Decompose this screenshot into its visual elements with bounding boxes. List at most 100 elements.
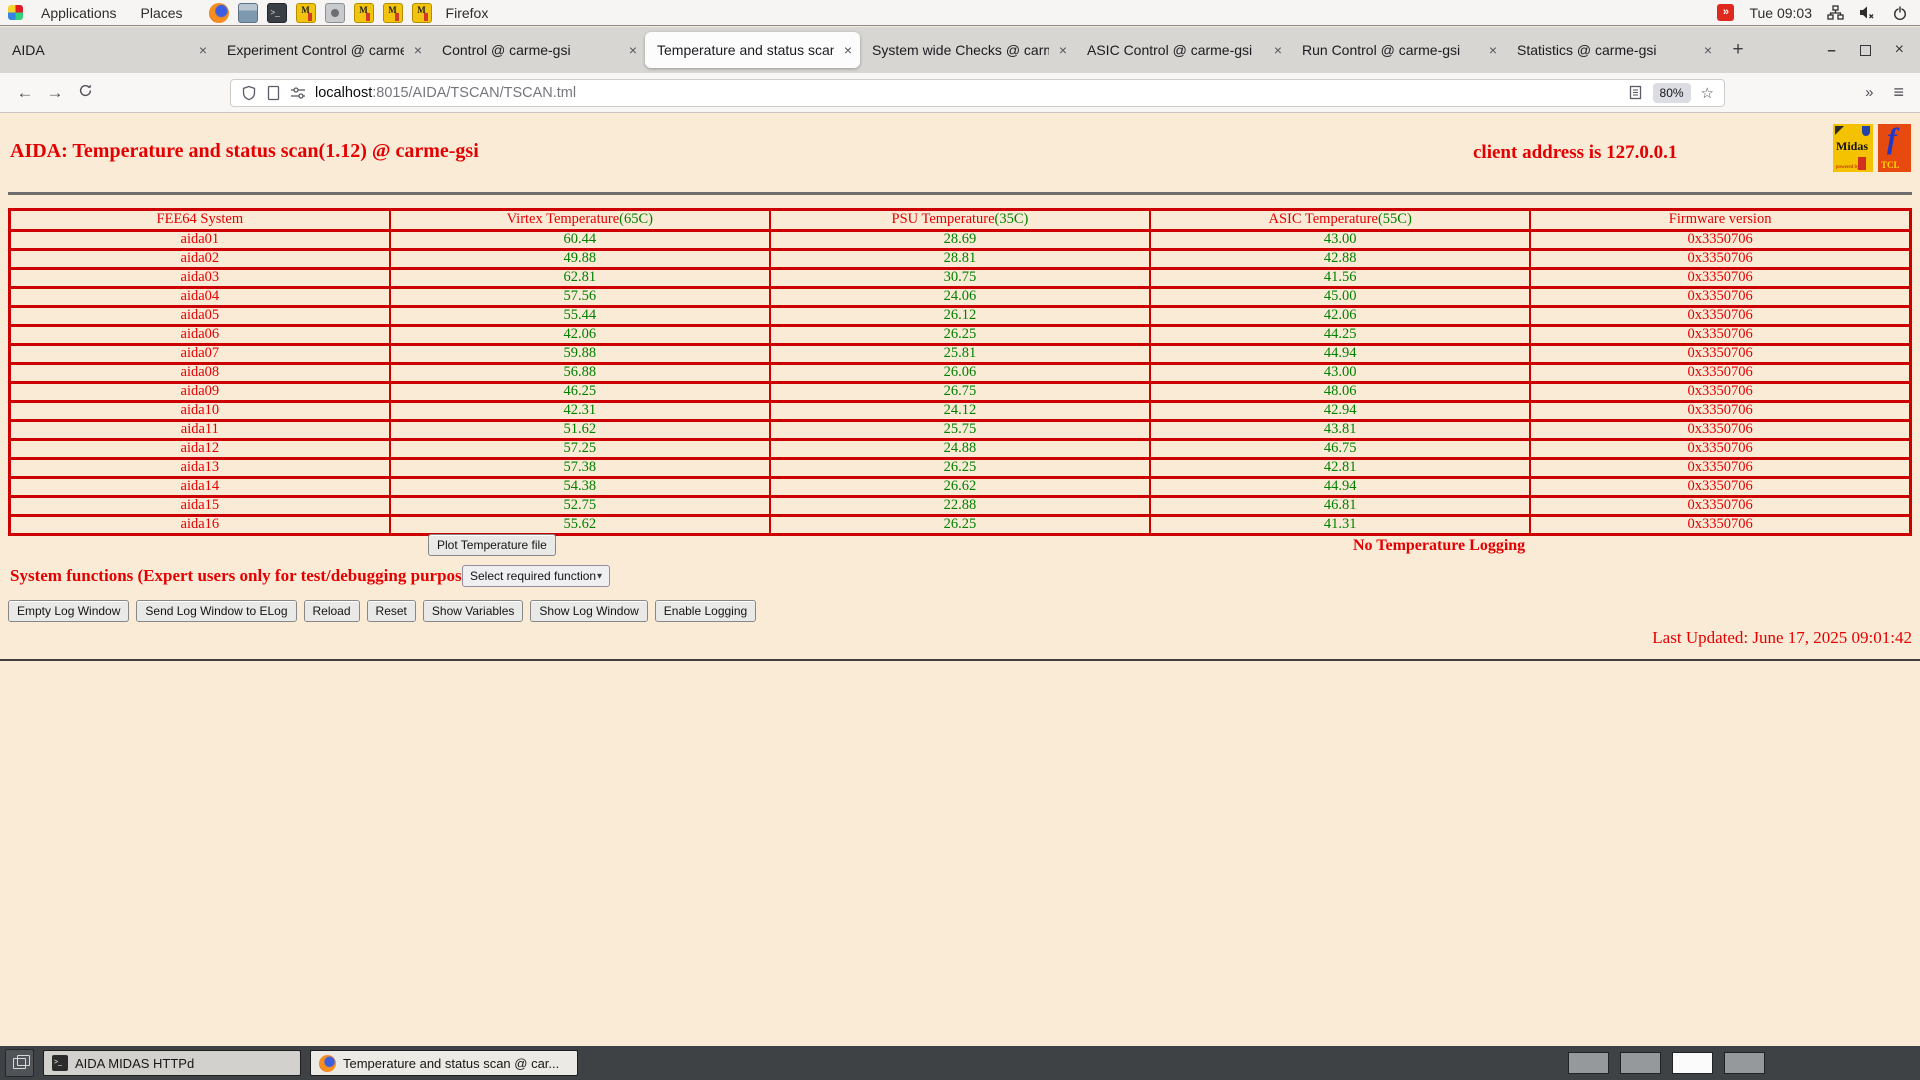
cell-virtex-temp: 51.62 (390, 421, 770, 440)
taskbar-window-midas-httpd[interactable]: >_ AIDA MIDAS HTTPd (43, 1050, 301, 1076)
hamburger-menu-icon[interactable]: ≡ (1893, 82, 1904, 103)
table-row: aida09 46.25 26.75 48.06 0x3350706 (10, 383, 1911, 402)
midas-logo-shield (1862, 126, 1870, 136)
tab-close-icon[interactable]: × (1489, 42, 1497, 58)
new-tab-button[interactable]: + (1720, 39, 1756, 61)
browser-tab[interactable]: Temperature and status scan @ carme-gsi … (645, 32, 860, 68)
action-button[interactable]: Enable Logging (655, 600, 756, 622)
browser-tab[interactable]: Statistics @ carme-gsi × (1505, 27, 1720, 73)
cell-virtex-temp: 55.62 (390, 516, 770, 535)
reload-button[interactable] (70, 83, 100, 103)
tab-close-icon[interactable]: × (1274, 42, 1282, 58)
action-button[interactable]: Reload (304, 600, 360, 622)
cell-system: aida02 (10, 250, 390, 269)
cell-firmware: 0x3350706 (1530, 497, 1910, 516)
tab-close-icon[interactable]: × (1059, 42, 1067, 58)
cell-asic-temp: 45.00 (1150, 288, 1530, 307)
cell-psu-temp: 26.25 (770, 459, 1150, 478)
maximize-button[interactable] (1860, 45, 1871, 56)
bookmark-star-icon[interactable]: ☆ (1701, 84, 1714, 102)
taskbar-window-temperature-scan[interactable]: Temperature and status scan @ car... (310, 1050, 578, 1076)
overflow-menu-icon[interactable]: » (1865, 84, 1873, 101)
table-row: aida13 57.38 26.25 42.81 0x3350706 (10, 459, 1911, 478)
cell-system: aida01 (10, 231, 390, 250)
function-select[interactable]: Select required function ▾ (462, 565, 610, 587)
workspace-cell[interactable] (1620, 1052, 1661, 1074)
notification-tray-icon[interactable]: » (1717, 4, 1734, 21)
browser-tab[interactable]: AIDA × (0, 27, 215, 73)
midas-launcher-icon[interactable]: M (412, 3, 432, 23)
window-controls: – × (1827, 41, 1920, 59)
tab-close-icon[interactable]: × (414, 42, 422, 58)
action-button[interactable]: Empty Log Window (8, 600, 129, 622)
terminal-launcher-icon[interactable]: >_ (267, 3, 287, 23)
window-list-button[interactable] (5, 1049, 34, 1077)
midas-logo[interactable]: Midas powered by (1833, 124, 1873, 172)
page-info-icon[interactable] (266, 85, 281, 101)
cell-firmware: 0x3350706 (1530, 459, 1910, 478)
volume-muted-icon[interactable] (1859, 5, 1877, 20)
cell-psu-temp: 26.62 (770, 478, 1150, 497)
permissions-icon[interactable] (290, 86, 306, 100)
firefox-launcher-icon[interactable] (209, 3, 229, 23)
midas-launcher-icon[interactable]: M (354, 3, 374, 23)
cell-firmware: 0x3350706 (1530, 307, 1910, 326)
power-icon[interactable] (1892, 5, 1908, 21)
zoom-level-badge[interactable]: 80% (1653, 83, 1691, 103)
shield-icon[interactable] (241, 85, 257, 101)
back-button[interactable]: ← (10, 83, 40, 103)
browser-tab[interactable]: Run Control @ carme-gsi × (1290, 27, 1505, 73)
action-button[interactable]: Show Log Window (530, 600, 647, 622)
tab-close-icon[interactable]: × (844, 42, 852, 58)
tab-close-icon[interactable]: × (629, 42, 637, 58)
midas-launcher-icon[interactable]: M (383, 3, 403, 23)
cell-virtex-temp: 57.38 (390, 459, 770, 478)
tab-close-icon[interactable]: × (1704, 42, 1712, 58)
table-row: aida11 51.62 25.75 43.81 0x3350706 (10, 421, 1911, 440)
table-row: aida02 49.88 28.81 42.88 0x3350706 (10, 250, 1911, 269)
cell-virtex-temp: 46.25 (390, 383, 770, 402)
screenshot-launcher-icon[interactable] (325, 3, 345, 23)
close-button[interactable]: × (1895, 41, 1904, 59)
tab-close-icon[interactable]: × (199, 42, 207, 58)
active-app-label[interactable]: Firefox (446, 5, 489, 21)
places-menu[interactable]: Places (129, 0, 195, 25)
browser-tab[interactable]: Control @ carme-gsi × (430, 27, 645, 73)
reader-mode-icon[interactable] (1628, 85, 1643, 100)
action-button[interactable]: Show Variables (423, 600, 524, 622)
browser-tab[interactable]: ASIC Control @ carme-gsi × (1075, 27, 1290, 73)
browser-tab[interactable]: Experiment Control @ carme-gsi × (215, 27, 430, 73)
action-button[interactable]: Send Log Window to ELog (136, 600, 296, 622)
table-header-row: FEE64 System Virtex Temperature(65C) PSU… (10, 210, 1911, 231)
plot-temperature-button[interactable]: Plot Temperature file (428, 534, 556, 556)
workspace-cell[interactable] (1672, 1052, 1713, 1074)
forward-button[interactable]: → (40, 83, 70, 103)
cell-system: aida06 (10, 326, 390, 345)
cell-system: aida08 (10, 364, 390, 383)
workspace-switcher (1568, 1052, 1765, 1074)
url-path: :8015/AIDA/TSCAN/TSCAN.tml (372, 85, 576, 101)
table-row: aida15 52.75 22.88 46.81 0x3350706 (10, 497, 1911, 516)
tcl-logo[interactable]: f TCL (1878, 124, 1911, 172)
midas-launcher-icon[interactable]: M (296, 3, 316, 23)
cell-asic-temp: 48.06 (1150, 383, 1530, 402)
workspace-cell[interactable] (1568, 1052, 1609, 1074)
applications-menu[interactable]: Applications (29, 0, 129, 25)
clock[interactable]: Tue 09:03 (1749, 5, 1812, 21)
cell-firmware: 0x3350706 (1530, 440, 1910, 459)
browser-tab[interactable]: System wide Checks @ carme-gsi × (860, 27, 1075, 73)
network-icon[interactable] (1827, 5, 1844, 20)
file-manager-launcher-icon[interactable] (238, 3, 258, 23)
cell-firmware: 0x3350706 (1530, 402, 1910, 421)
page-title: AIDA: Temperature and status scan(1.12) … (10, 140, 479, 163)
action-button[interactable]: Reset (367, 600, 416, 622)
cell-system: aida04 (10, 288, 390, 307)
url-text[interactable]: localhost:8015/AIDA/TSCAN/TSCAN.tml (315, 85, 576, 101)
url-bar[interactable]: localhost:8015/AIDA/TSCAN/TSCAN.tml 80% … (230, 79, 1725, 107)
table-row: aida01 60.44 28.69 43.00 0x3350706 (10, 231, 1911, 250)
cell-psu-temp: 30.75 (770, 269, 1150, 288)
cell-firmware: 0x3350706 (1530, 231, 1910, 250)
workspace-cell[interactable] (1724, 1052, 1765, 1074)
minimize-button[interactable]: – (1827, 42, 1835, 59)
tab-strip: AIDA × Experiment Control @ carme-gsi × … (0, 27, 1720, 73)
